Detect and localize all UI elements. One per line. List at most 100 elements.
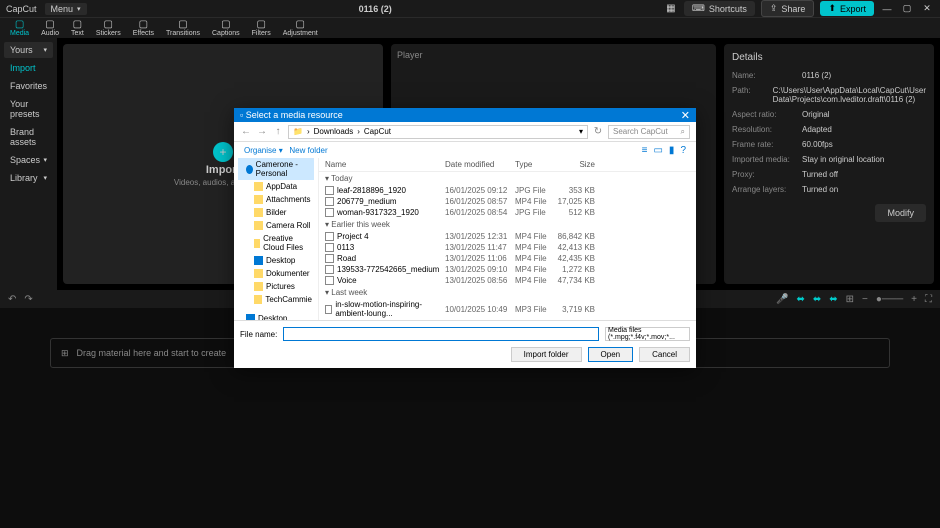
cancel-button[interactable]: Cancel — [639, 347, 690, 362]
tree-bilder[interactable]: Bilder — [238, 206, 314, 219]
detail-row: Path:C:\Users\User\AppData\Local\CapCut\… — [732, 86, 926, 104]
tool-audio[interactable]: ▢Audio — [35, 20, 65, 37]
modify-button[interactable]: Modify — [875, 204, 926, 222]
organise-menu[interactable]: Organise ▾ — [244, 146, 283, 155]
media-sidebar: Yours▾ Import Favorites Your presetsBrand a… — [0, 38, 57, 290]
detail-row: Frame rate:60.00fps — [732, 140, 926, 149]
plus-icon: ⊞ — [61, 348, 69, 359]
tool-transitions[interactable]: ▢Transitions — [160, 20, 206, 37]
sidebar-favorites[interactable]: Favorites — [4, 78, 53, 94]
fit-icon[interactable]: ⛶ — [925, 294, 932, 305]
tree-desktop[interactable]: Desktop — [238, 254, 314, 267]
col-type[interactable]: Type — [515, 160, 555, 169]
tool-adjustment[interactable]: ▢Adjustment — [277, 20, 324, 37]
folder-tree: Camerone - PersonalAppDataAttachmentsBil… — [234, 158, 319, 320]
view-list-icon[interactable]: ≡ — [642, 145, 648, 156]
search-input[interactable]: Search CapCut⌕ — [608, 125, 690, 139]
file-list: Name Date modified Type Size ▾ Todayleaf… — [319, 158, 696, 320]
file-row[interactable]: 011313/01/2025 11:47MP4 File42,413 KB — [319, 242, 696, 253]
open-button[interactable]: Open — [588, 347, 634, 362]
details-title: Details — [732, 52, 926, 63]
col-size[interactable]: Size — [555, 160, 595, 169]
path-bar[interactable]: 📁 ›Downloads›CapCut ▾ — [288, 125, 588, 139]
file-group[interactable]: ▾ Last week — [319, 286, 696, 299]
sidebar-brand-assets[interactable]: Brand assets — [4, 124, 53, 150]
file-dialog: ▫ Select a media resource ✕ ← → ↑ 📁 ›Dow… — [234, 108, 696, 368]
zoom-out-icon[interactable]: − — [862, 294, 868, 305]
detail-row: Proxy:Turned off — [732, 170, 926, 179]
menu-button[interactable]: Menu▾ — [45, 3, 87, 15]
sidebar-yours[interactable]: Yours▾ — [4, 42, 53, 58]
file-row[interactable]: woman-9317323_192016/01/2025 08:54JPG Fi… — [319, 207, 696, 218]
nav-up-icon[interactable]: ↑ — [272, 126, 284, 137]
zoom-slider[interactable]: ●─── — [876, 294, 903, 305]
detail-row: Name:0116 (2) — [732, 71, 926, 80]
file-group[interactable]: ▾ Earlier this week — [319, 218, 696, 231]
shortcuts-button[interactable]: ⌨ Shortcuts — [684, 1, 755, 16]
detail-row: Arrange layers:Turned on — [732, 185, 926, 194]
sidebar-import[interactable]: Import — [4, 60, 53, 76]
tool-captions[interactable]: ▢Captions — [206, 20, 246, 37]
dialog-close-button[interactable]: ✕ — [681, 109, 690, 122]
tree-pictures[interactable]: Pictures — [238, 280, 314, 293]
details-panel: Details Name:0116 (2) Path:C:\Users\User\… — [724, 44, 934, 284]
filename-input[interactable] — [283, 327, 599, 341]
help-icon[interactable]: ? — [680, 145, 686, 156]
share-button[interactable]: ⇪ Share — [761, 0, 815, 17]
file-row[interactable]: Road13/01/2025 11:06MP4 File42,435 KB — [319, 253, 696, 264]
file-row[interactable]: in-slow-motion-inspiring-ambient-loung..… — [319, 299, 696, 319]
zoom-in-icon[interactable]: + — [911, 294, 917, 305]
col-date[interactable]: Date modified — [445, 160, 515, 169]
link-icon-2[interactable]: ⬌ — [813, 294, 821, 305]
tree-creative-cloud-files[interactable]: Creative Cloud Files — [238, 232, 314, 254]
refresh-icon[interactable]: ↻ — [592, 126, 604, 137]
sidebar-spaces[interactable]: Spaces▾ — [4, 152, 53, 168]
tree-camera-roll[interactable]: Camera Roll — [238, 219, 314, 232]
preview-pane-icon[interactable]: ▮ — [669, 145, 675, 156]
layout-icon[interactable]: ▦ — [664, 2, 678, 16]
dialog-titlebar: ▫ Select a media resource ✕ — [234, 108, 696, 122]
export-button[interactable]: ⬆ Export — [820, 1, 874, 16]
col-name[interactable]: Name — [325, 160, 445, 169]
file-row[interactable]: leaf-2818896_192016/01/2025 09:12JPG Fil… — [319, 185, 696, 196]
maximize-button[interactable]: ▢ — [900, 3, 914, 14]
file-row[interactable]: Project 413/01/2025 12:31MP4 File86,842 … — [319, 231, 696, 242]
mic-icon[interactable]: 🎤 — [776, 294, 788, 305]
minimize-button[interactable]: — — [880, 4, 894, 14]
filetype-select[interactable]: Media files (*.mpg;*.f4v;*.mov;*... — [605, 327, 690, 341]
redo-icon[interactable]: ↷ — [24, 294, 32, 305]
tree-attachments[interactable]: Attachments — [238, 193, 314, 206]
tool-media[interactable]: ▢Media — [4, 20, 35, 37]
link-icon[interactable]: ⬌ — [796, 294, 804, 305]
tree-dokumenter[interactable]: Dokumenter — [238, 267, 314, 280]
sidebar-your-presets[interactable]: Your presets — [4, 96, 53, 122]
file-row[interactable]: 206779_medium16/01/2025 08:57MP4 File17,… — [319, 196, 696, 207]
new-folder-button[interactable]: New folder — [289, 146, 327, 155]
undo-icon[interactable]: ↶ — [8, 294, 16, 305]
detail-row: Imported media:Stay in original location — [732, 155, 926, 164]
folder-icon: 📁 — [293, 127, 303, 136]
tree-techcammie[interactable]: TechCammie — [238, 293, 314, 306]
link-icon-3[interactable]: ⬌ — [829, 294, 837, 305]
view-tile-icon[interactable]: ▭ — [653, 145, 662, 156]
file-group[interactable]: ▾ Today — [319, 172, 696, 185]
import-folder-button[interactable]: Import folder — [511, 347, 582, 362]
tool-text[interactable]: ▢Text — [65, 20, 90, 37]
titlebar: CapCut Menu▾ 0116 (2) ▦ ⌨ Shortcuts ⇪ Sh… — [0, 0, 940, 18]
tool-effects[interactable]: ▢Effects — [127, 20, 160, 37]
timeline-option-icon[interactable]: ⊞ — [846, 294, 854, 305]
player-title: Player — [397, 50, 710, 60]
tool-filters[interactable]: ▢Filters — [246, 20, 277, 37]
sidebar-library[interactable]: Library▾ — [4, 170, 53, 186]
project-title: 0116 (2) — [87, 4, 664, 14]
file-row[interactable]: Voice13/01/2025 08:56MP4 File47,734 KB — [319, 275, 696, 286]
tree-camerone---personal[interactable]: Camerone - Personal — [238, 158, 314, 180]
tree-appdata[interactable]: AppData — [238, 180, 314, 193]
nav-back-icon[interactable]: ← — [240, 126, 252, 137]
close-button[interactable]: ✕ — [920, 3, 934, 14]
tool-stickers[interactable]: ▢Stickers — [90, 20, 127, 37]
file-row[interactable]: 139533-772542665_medium13/01/2025 09:10M… — [319, 264, 696, 275]
nav-forward-icon[interactable]: → — [256, 126, 268, 137]
dialog-title: Select a media resource — [246, 110, 343, 120]
tree-desktop[interactable]: Desktop — [238, 312, 314, 320]
